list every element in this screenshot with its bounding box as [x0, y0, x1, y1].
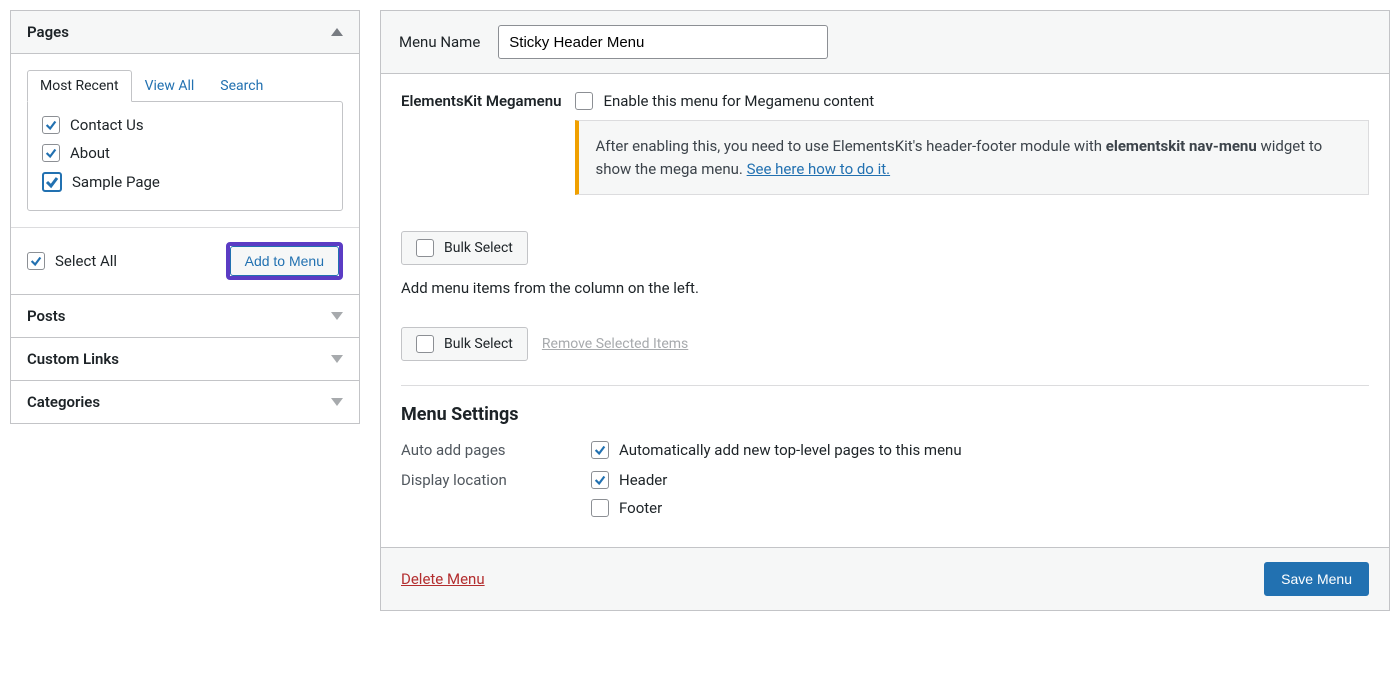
tab-most-recent[interactable]: Most Recent — [27, 70, 132, 102]
accordion-header-posts[interactable]: Posts — [11, 294, 359, 337]
notice-text-1: After enabling this, you need to use Ele… — [595, 137, 1105, 155]
empty-hint: Add menu items from the column on the le… — [401, 279, 1369, 297]
tab-view-all[interactable]: View All — [132, 70, 208, 102]
display-location-label: Display location — [401, 471, 591, 489]
settings-display-location-row: Display location Header Footer — [401, 471, 1369, 517]
accordion-title: Posts — [27, 307, 65, 325]
checkbox-bulk-top[interactable] — [416, 239, 434, 257]
menu-name-label: Menu Name — [399, 33, 480, 51]
page-label: About — [70, 144, 110, 162]
checkbox-megamenu-enable[interactable] — [575, 92, 593, 110]
accordion: Pages Most Recent View All Search Con — [10, 10, 360, 424]
checkbox-select-all[interactable] — [27, 252, 45, 270]
page-item: About — [42, 144, 328, 162]
menu-name-input[interactable] — [498, 25, 828, 59]
remove-selected-link[interactable]: Remove Selected Items — [542, 336, 688, 352]
add-to-menu-button[interactable]: Add to Menu — [230, 246, 339, 276]
settings-auto-add-row: Auto add pages Automatically add new top… — [401, 441, 1369, 459]
megamenu-notice: After enabling this, you need to use Ele… — [575, 120, 1369, 195]
bulk-select-top[interactable]: Bulk Select — [401, 231, 528, 265]
checkbox-sample-page[interactable] — [42, 172, 62, 192]
accordion-title: Categories — [27, 393, 100, 411]
location-label: Footer — [619, 499, 662, 517]
chevron-down-icon — [331, 312, 343, 320]
menu-settings-title: Menu Settings — [401, 404, 1369, 425]
notice-bold: elementskit nav-menu — [1106, 137, 1257, 155]
tab-search[interactable]: Search — [207, 70, 276, 102]
chevron-down-icon — [331, 355, 343, 363]
checkbox-bulk-bottom[interactable] — [416, 335, 434, 353]
highlight-annotation: Add to Menu — [226, 242, 343, 280]
megamenu-label: ElementsKit Megamenu — [401, 92, 561, 110]
checkbox-location-header[interactable] — [591, 471, 609, 489]
megamenu-enable-row: Enable this menu for Megamenu content — [575, 92, 1369, 110]
tabs: Most Recent View All Search — [27, 70, 343, 102]
pages-panel-footer: Select All Add to Menu — [11, 227, 359, 294]
notice-link[interactable]: See here how to do it. — [747, 160, 890, 178]
accordion-title: Custom Links — [27, 350, 119, 368]
tab-content: Contact Us About Sample Page — [27, 101, 343, 211]
chevron-down-icon — [331, 398, 343, 406]
checkbox-location-footer[interactable] — [591, 499, 609, 517]
checkbox-contact-us[interactable] — [42, 116, 60, 134]
sidebar: Pages Most Recent View All Search Con — [10, 10, 360, 611]
accordion-header-custom-links[interactable]: Custom Links — [11, 337, 359, 380]
bulk-select-label: Bulk Select — [444, 336, 513, 352]
bulk-select-label: Bulk Select — [444, 240, 513, 256]
megamenu-enable-label: Enable this menu for Megamenu content — [603, 92, 874, 110]
accordion-header-categories[interactable]: Categories — [11, 380, 359, 423]
main-footer: Delete Menu Save Menu — [381, 547, 1389, 610]
accordion-header-pages[interactable]: Pages — [11, 11, 359, 54]
main-header: Menu Name — [381, 11, 1389, 74]
auto-add-check-label: Automatically add new top-level pages to… — [619, 441, 962, 459]
pages-panel: Most Recent View All Search Contact Us — [11, 54, 359, 294]
checkbox-auto-add[interactable] — [591, 441, 609, 459]
page-label: Sample Page — [72, 173, 160, 191]
location-label: Header — [619, 471, 667, 489]
auto-add-label: Auto add pages — [401, 441, 591, 459]
main-body: ElementsKit Megamenu Enable this menu fo… — [381, 74, 1389, 547]
select-all-label: Select All — [55, 252, 117, 270]
save-menu-button[interactable]: Save Menu — [1264, 562, 1369, 596]
page-item: Sample Page — [42, 172, 328, 192]
accordion-title: Pages — [27, 23, 69, 41]
megamenu-row: ElementsKit Megamenu Enable this menu fo… — [401, 92, 1369, 195]
divider — [401, 385, 1369, 386]
checkbox-about[interactable] — [42, 144, 60, 162]
delete-menu-link[interactable]: Delete Menu — [401, 570, 485, 588]
main-panel: Menu Name ElementsKit Megamenu Enable th… — [380, 10, 1390, 611]
page-label: Contact Us — [70, 116, 144, 134]
bulk-select-bottom[interactable]: Bulk Select — [401, 327, 528, 361]
select-all-row: Select All — [27, 252, 117, 270]
chevron-up-icon — [331, 28, 343, 36]
page-item: Contact Us — [42, 116, 328, 134]
